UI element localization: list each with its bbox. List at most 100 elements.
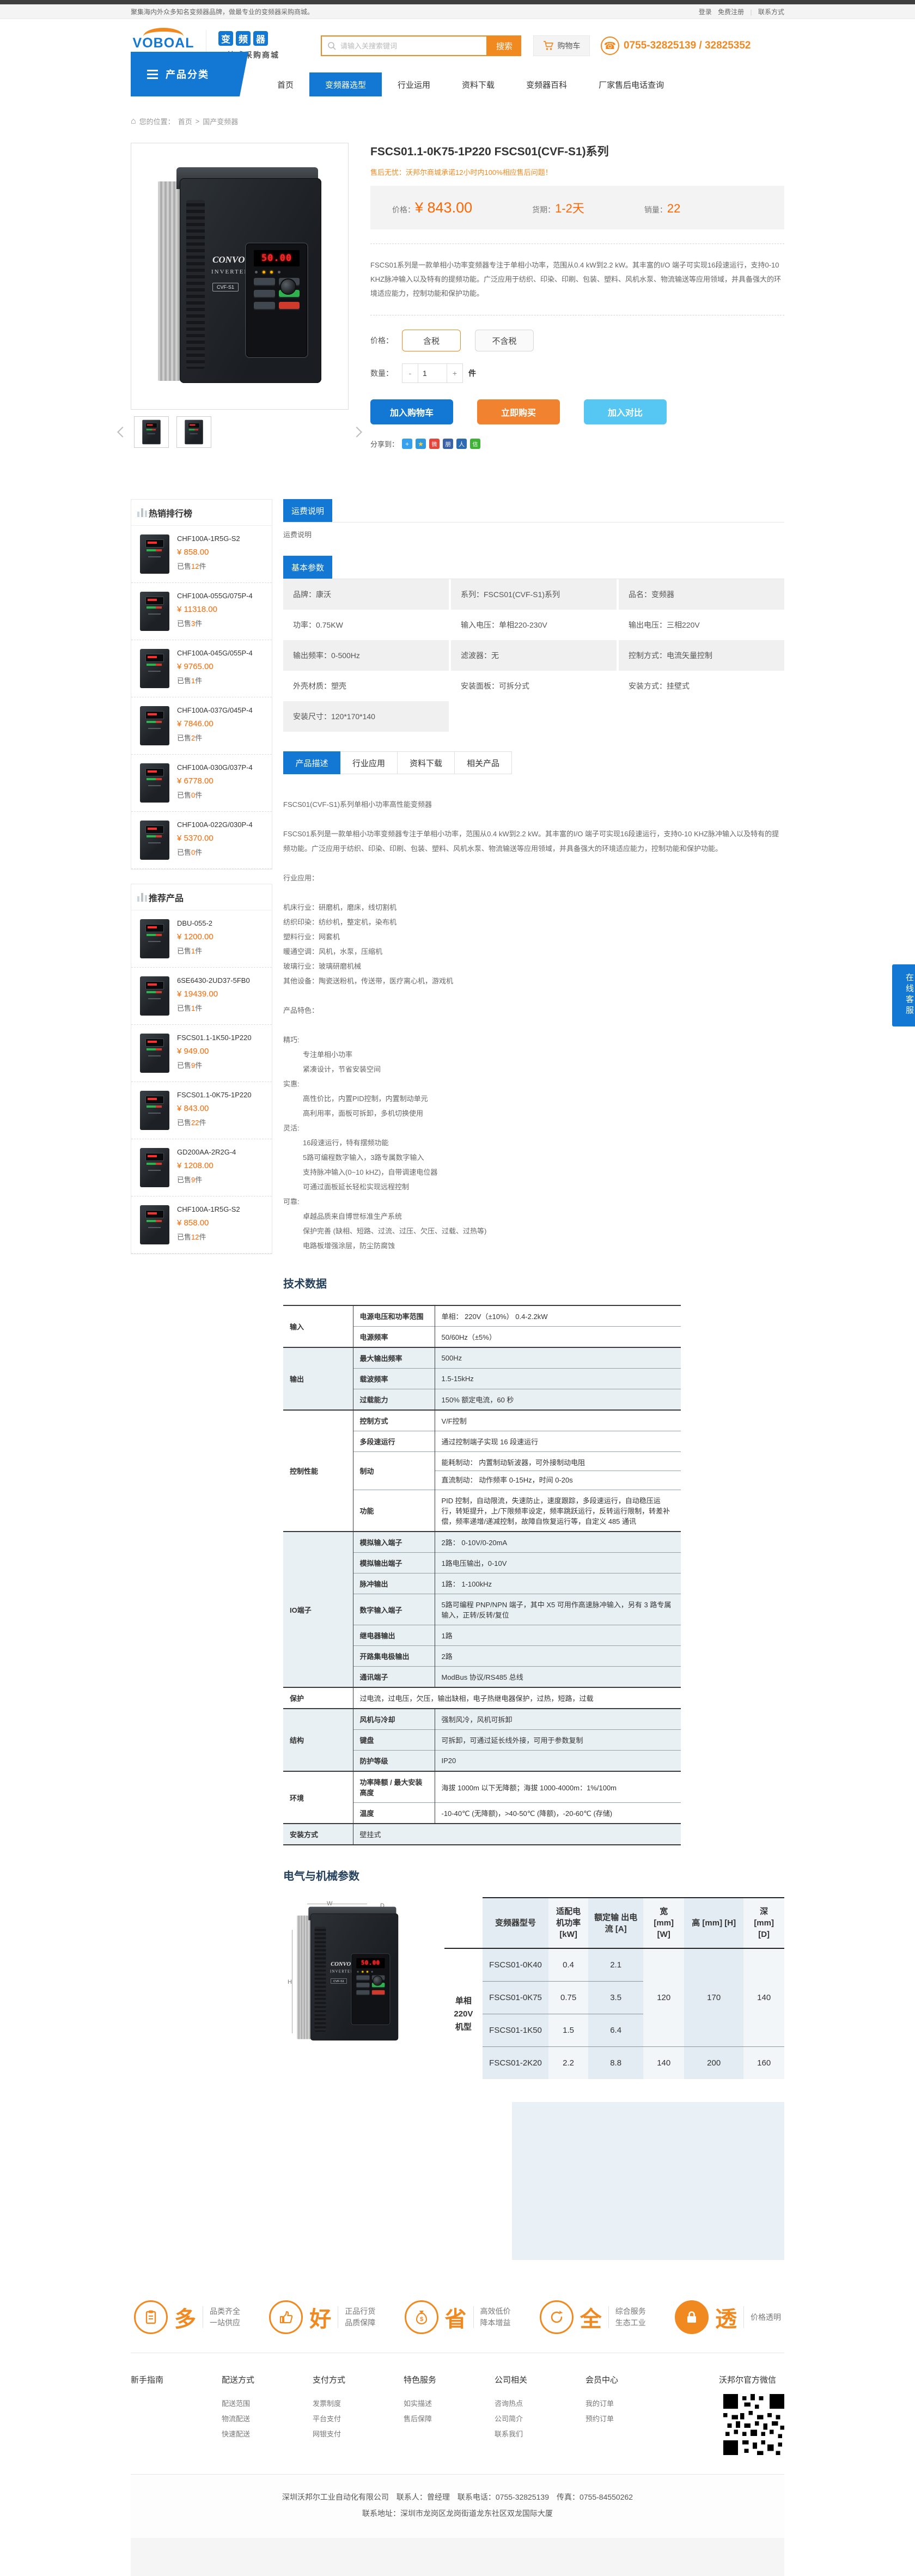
list-item[interactable]: CHF100A-037G/045P-4 ¥ 7846.00 已售2件 bbox=[131, 697, 272, 755]
wechat-icon[interactable]: 信 bbox=[470, 439, 480, 449]
weibo-icon[interactable]: 微 bbox=[429, 439, 440, 449]
footer-link[interactable]: 公司简介 bbox=[495, 2411, 585, 2427]
quantity-minus-button[interactable]: - bbox=[402, 363, 418, 383]
quantity-input[interactable] bbox=[418, 363, 447, 383]
item-price: ¥ 5370.00 bbox=[177, 834, 253, 843]
prev-thumbnail-arrow[interactable] bbox=[117, 427, 128, 438]
list-item[interactable]: GD200AA-2R2G-4 ¥ 1208.00 已售9件 bbox=[131, 1139, 272, 1196]
nav-item-industry[interactable]: 行业运用 bbox=[382, 72, 446, 96]
breadcrumb-separator: > bbox=[196, 117, 200, 125]
next-thumbnail-arrow[interactable] bbox=[351, 427, 362, 438]
industry-line: 暖通空调：风机，水泵，压缩机 bbox=[283, 944, 784, 959]
list-item[interactable]: CHF100A-1R5G-S2 ¥ 858.00 已售12件 bbox=[131, 1196, 272, 1254]
param-cell: 输出电压：三相220V bbox=[619, 610, 784, 640]
nav-item-wiki[interactable]: 变频器百科 bbox=[510, 72, 583, 96]
industry-lines: 机床行业：研磨机，磨床，线切割机纺织印染：纺纱机，整定机，染布机塑料行业：网套机… bbox=[283, 900, 784, 988]
list-item[interactable]: CHF100A-055G/075P-4 ¥ 11318.00 已售3件 bbox=[131, 583, 272, 640]
item-price: ¥ 6778.00 bbox=[177, 776, 253, 786]
product-thumbnail bbox=[140, 976, 169, 1016]
param-cell: 安装面板：可拆分式 bbox=[451, 671, 617, 701]
list-item[interactable]: CHF100A-1R5G-S2 ¥ 858.00 已售12件 bbox=[131, 526, 272, 583]
nav-item-home[interactable]: 首页 bbox=[261, 72, 309, 96]
list-item[interactable]: FSCS01.1-1K50-1P220 ¥ 949.00 已售9件 bbox=[131, 1025, 272, 1082]
features-heading: 产品特色： bbox=[283, 1003, 784, 1018]
footer-link[interactable]: 平台支付 bbox=[313, 2411, 404, 2427]
tab-downloads[interactable]: 资料下载 bbox=[398, 751, 455, 774]
phone-block: ☎ 0755-32825139 / 32825352 bbox=[601, 37, 751, 55]
list-item[interactable]: CHF100A-030G/037P-4 ¥ 6778.00 已售0件 bbox=[131, 755, 272, 812]
price-label: 价格： bbox=[392, 204, 415, 215]
buy-now-button[interactable]: 立即购买 bbox=[477, 399, 560, 424]
product-thumbnail bbox=[140, 919, 169, 958]
item-sold: 已售3件 bbox=[177, 618, 253, 628]
quantity-row: 数量： - + 件 bbox=[370, 363, 784, 383]
product-category-button[interactable]: 产品分类 bbox=[131, 52, 248, 96]
wechat-block: 沃邦尔官方微信 bbox=[719, 2374, 784, 2458]
description-tabs: 产品描述 行业应用 资料下载 相关产品 bbox=[283, 751, 784, 774]
nav-item-aftersales[interactable]: 厂家售后电话查询 bbox=[583, 72, 680, 96]
brand-char: 变 bbox=[218, 31, 233, 46]
renren-icon[interactable]: 人 bbox=[456, 439, 467, 449]
thumbnail-1[interactable] bbox=[134, 416, 169, 448]
param-cell: 控制方式：电流矢量控制 bbox=[619, 640, 784, 671]
online-service-tab[interactable]: 在线客服 bbox=[892, 964, 915, 1026]
cart-button[interactable]: 购物车 bbox=[533, 35, 590, 56]
window-top-strip bbox=[0, 0, 915, 4]
footer-link[interactable]: 咨询热点 bbox=[495, 2396, 585, 2411]
search-box bbox=[321, 35, 487, 56]
register-link[interactable]: 免费注册 bbox=[718, 8, 744, 16]
footer-link[interactable]: 发票制度 bbox=[313, 2396, 404, 2411]
item-price: ¥ 949.00 bbox=[177, 1047, 252, 1056]
recommended-box: 推荐产品 DBU-055-2 ¥ 1200.00 已售1件 bbox=[131, 884, 272, 1254]
item-price: ¥ 858.00 bbox=[177, 548, 240, 557]
list-item[interactable]: DBU-055-2 ¥ 1200.00 已售1件 bbox=[131, 910, 272, 968]
add-to-cart-button[interactable]: 加入购物车 bbox=[370, 399, 453, 424]
nav-item-downloads[interactable]: 资料下载 bbox=[446, 72, 510, 96]
list-item[interactable]: CHF100A-022G/030P-4 ¥ 5370.00 已售0件 bbox=[131, 812, 272, 869]
footer-link[interactable]: 快速配送 bbox=[222, 2427, 313, 2442]
site-slogan: 聚集海内外众多知名变频器品牌，做最专业的变频器采购商城。 bbox=[131, 7, 314, 16]
thumbnail-2[interactable] bbox=[176, 416, 211, 448]
item-price: ¥ 843.00 bbox=[177, 1104, 252, 1113]
param-cell: 品牌：康沃 bbox=[283, 579, 449, 610]
tab-description[interactable]: 产品描述 bbox=[283, 751, 340, 774]
tax-excluded-option[interactable]: 不含税 bbox=[475, 330, 534, 351]
nav-item-selection[interactable]: 变频器选型 bbox=[309, 72, 382, 96]
footer-link[interactable]: 如实描述 bbox=[404, 2396, 495, 2411]
footer-link[interactable]: 联系我们 bbox=[495, 2427, 585, 2442]
bottom-strip bbox=[131, 2538, 784, 2576]
param-cell: 外壳材质：塑壳 bbox=[283, 671, 449, 701]
footer-link[interactable]: 售后保障 bbox=[404, 2411, 495, 2427]
list-item[interactable]: CHF100A-045G/055P-4 ¥ 9765.00 已售1件 bbox=[131, 640, 272, 697]
tab-basic-params[interactable]: 基本参数 bbox=[283, 556, 332, 579]
phone-icon: ☎ bbox=[601, 37, 619, 55]
item-sold: 已售12件 bbox=[177, 561, 240, 571]
search-button[interactable]: 搜索 bbox=[487, 35, 521, 56]
login-link[interactable]: 登录 bbox=[699, 8, 712, 16]
footer-link[interactable]: 网银支付 bbox=[313, 2427, 404, 2442]
breadcrumb-home[interactable]: 首页 bbox=[178, 116, 192, 126]
quantity-plus-button[interactable]: + bbox=[447, 363, 463, 383]
list-item[interactable]: FSCS01.1-0K75-1P220 ¥ 843.00 已售22件 bbox=[131, 1082, 272, 1139]
contact-link[interactable]: 联系方式 bbox=[758, 8, 784, 16]
add-to-compare-button[interactable]: 加入对比 bbox=[584, 399, 667, 424]
footer-link[interactable]: 我的订单 bbox=[585, 2396, 676, 2411]
dimension-label-h: H bbox=[288, 1979, 292, 1985]
brand-char: 器 bbox=[253, 31, 268, 46]
tax-included-option[interactable]: 含税 bbox=[402, 330, 461, 351]
share-plus-icon[interactable]: + bbox=[402, 439, 412, 449]
item-price: ¥ 11318.00 bbox=[177, 605, 253, 614]
tab-related-products[interactable]: 相关产品 bbox=[455, 751, 512, 774]
tab-industry-apps[interactable]: 行业应用 bbox=[340, 751, 398, 774]
search-input[interactable] bbox=[336, 42, 486, 50]
breadcrumb-current[interactable]: 国产变频器 bbox=[203, 116, 238, 126]
qzone-icon[interactable]: ★ bbox=[416, 439, 426, 449]
pengyou-icon[interactable]: 朋 bbox=[443, 439, 453, 449]
footer-link[interactable]: 物流配送 bbox=[222, 2411, 313, 2427]
industry-line: 机床行业：研磨机，磨床，线切割机 bbox=[283, 900, 784, 915]
tab-shipping[interactable]: 运费说明 bbox=[283, 499, 332, 522]
footer-link[interactable]: 预约订单 bbox=[585, 2411, 676, 2427]
footer-col-company: 公司相关 咨询热点公司简介联系我们 bbox=[495, 2374, 585, 2458]
footer-link[interactable]: 配送范围 bbox=[222, 2396, 313, 2411]
list-item[interactable]: 6SE6430-2UD37-5FB0 ¥ 19439.00 已售1件 bbox=[131, 968, 272, 1025]
